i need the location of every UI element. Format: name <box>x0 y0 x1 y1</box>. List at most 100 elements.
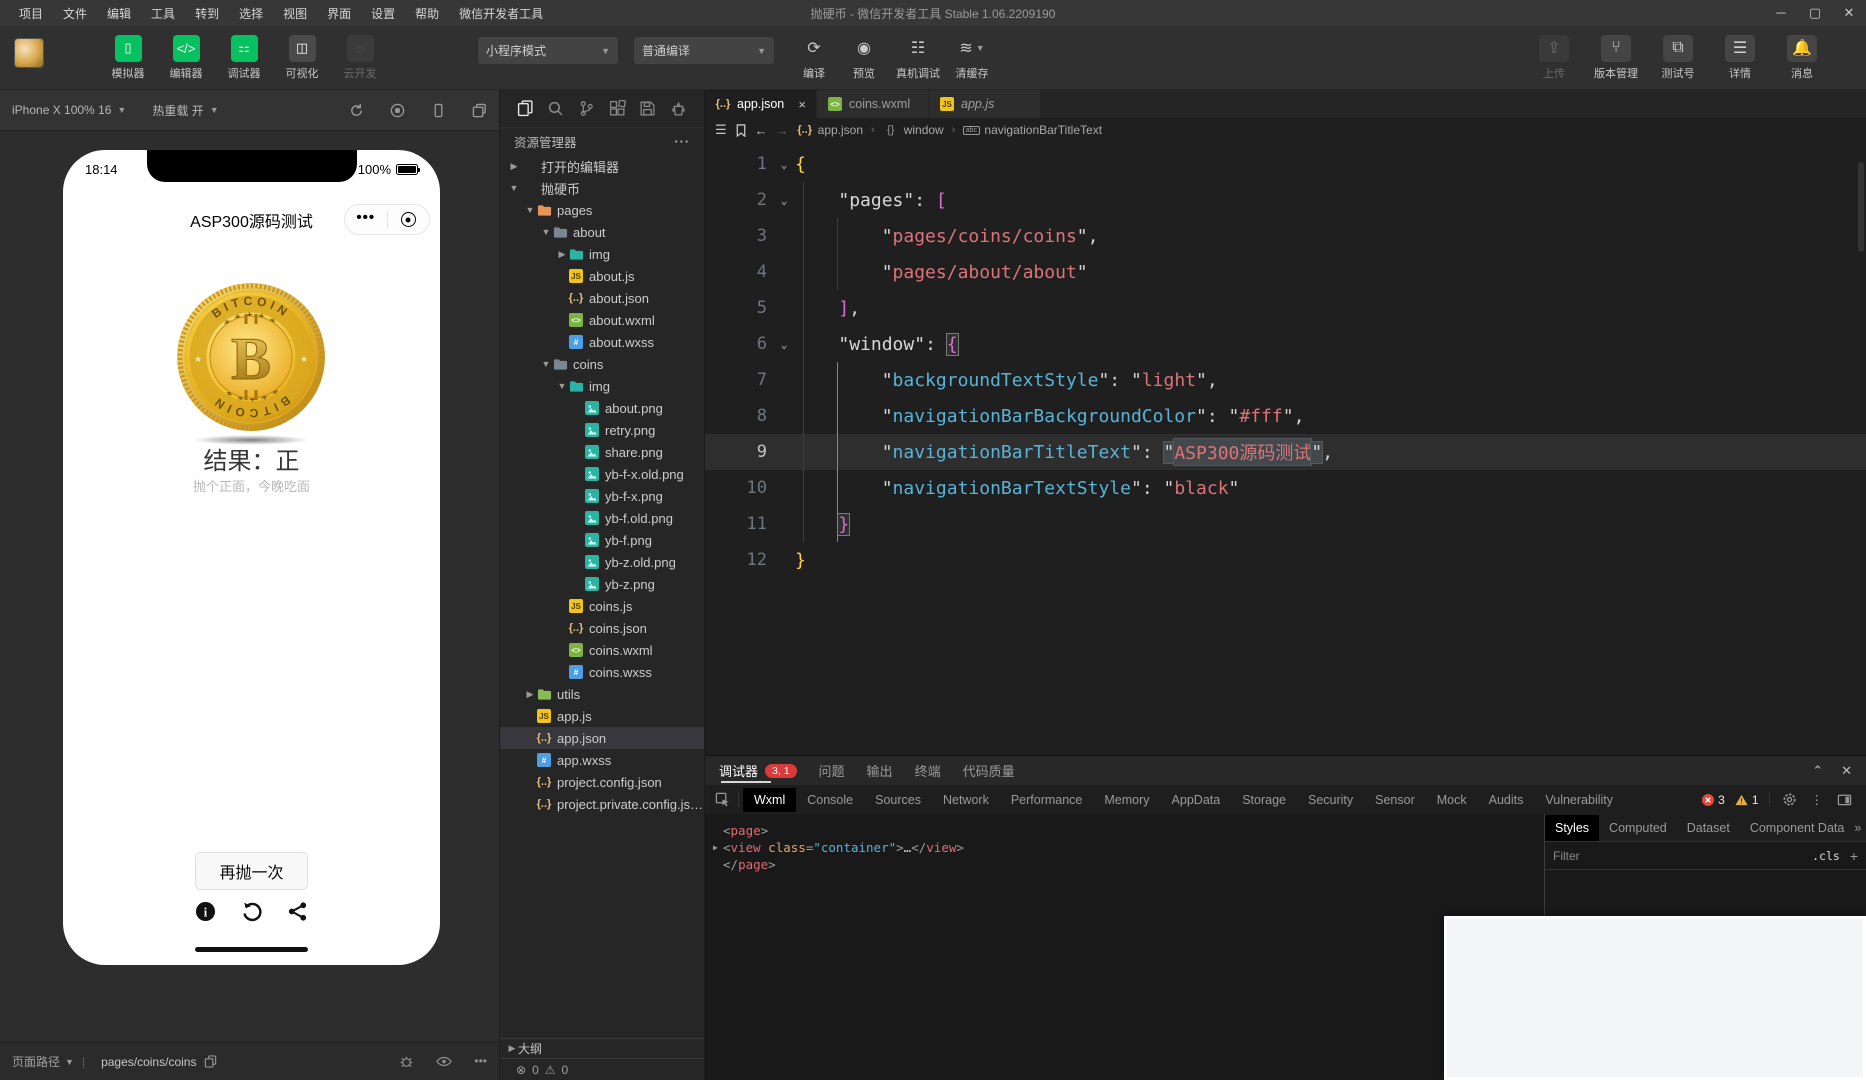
inspect-element-icon[interactable] <box>711 792 739 807</box>
tree-item-coins.wxss[interactable]: # coins.wxss <box>500 661 704 683</box>
toolbar-button-测试号[interactable]: ⧉ 测试号 <box>1654 34 1702 81</box>
source-control-icon[interactable] <box>578 100 595 117</box>
debugger-tab-代码质量[interactable]: 代码质量 <box>963 761 1015 780</box>
explorer-icon[interactable] <box>517 100 534 117</box>
save-all-icon[interactable] <box>639 100 656 117</box>
phone-view-icon[interactable] <box>431 103 446 118</box>
action-button-预览[interactable]: ◉ 预览 <box>846 35 882 81</box>
more-icon[interactable]: ••• <box>474 1054 487 1069</box>
breadcrumb-segment-navigationBarTitleText[interactable]: abc navigationBarTitleText <box>962 122 1102 138</box>
mode-button-模拟器[interactable]: ▯ 模拟器 <box>106 34 150 81</box>
tree-item-抛硬币[interactable]: ▼ 抛硬币 <box>500 177 704 199</box>
devtools-tab-Security[interactable]: Security <box>1297 788 1364 812</box>
bookmark-icon[interactable] <box>735 123 747 137</box>
exit-button[interactable] <box>388 212 430 227</box>
tree-item-img[interactable]: ▶ img <box>500 243 704 265</box>
toolbar-button-消息[interactable]: 🔔 消息 <box>1778 34 1826 81</box>
outline-section[interactable]: ▶ 大纲 <box>500 1038 704 1058</box>
add-style-icon[interactable]: + <box>1850 848 1858 864</box>
menu-item-项目[interactable]: 项目 <box>10 1 52 26</box>
tab-app.json[interactable]: {..} app.json × <box>705 90 817 118</box>
close-button[interactable]: ✕ <box>1832 2 1866 24</box>
devtools-tab-AppData[interactable]: AppData <box>1161 788 1232 812</box>
toolbar-button-版本管理[interactable]: ⑂ 版本管理 <box>1592 34 1640 81</box>
multi-window-icon[interactable] <box>472 103 487 118</box>
npm-kettle-icon[interactable] <box>670 100 687 117</box>
devtools-tab-Sensor[interactable]: Sensor <box>1364 788 1426 812</box>
tree-item-yb-z.png[interactable]: yb-z.png <box>500 573 704 595</box>
devtools-menu-icon[interactable]: ⋮ <box>1811 792 1824 807</box>
tab-app.js[interactable]: JS app.js <box>929 90 1041 118</box>
problems-status[interactable]: ⊗ 0 ⚠ 0 <box>500 1058 704 1080</box>
breadcrumb-segment-app.json[interactable]: {..} app.json <box>797 122 863 138</box>
devtools-tab-Memory[interactable]: Memory <box>1093 788 1160 812</box>
search-icon[interactable] <box>547 100 564 117</box>
menu-item-选择[interactable]: 选择 <box>230 1 272 26</box>
console-error-badge[interactable]: 3 <box>1702 793 1725 807</box>
devtools-tab-Network[interactable]: Network <box>932 788 1000 812</box>
action-button-真机调试[interactable]: ☷ 真机调试 <box>896 35 940 81</box>
console-warning-badge[interactable]: 1 <box>1735 793 1759 807</box>
tree-item-打开的编辑器[interactable]: ▶ 打开的编辑器 <box>500 155 704 177</box>
dock-side-icon[interactable] <box>1837 792 1852 807</box>
tree-item-coins.json[interactable]: {..} coins.json <box>500 617 704 639</box>
filter-input[interactable]: Filter <box>1553 849 1812 863</box>
nav-back-icon[interactable]: ← <box>755 123 768 138</box>
tree-item-retry.png[interactable]: retry.png <box>500 419 704 441</box>
tree-item-app.js[interactable]: JS app.js <box>500 705 704 727</box>
menu-item-编辑[interactable]: 编辑 <box>98 1 140 26</box>
code-line-10[interactable]: 10 " navigationBarTextStyle ": " black " <box>705 470 1866 506</box>
menu-item-转到[interactable]: 转到 <box>186 1 228 26</box>
tree-item-about.wxss[interactable]: # about.wxss <box>500 331 704 353</box>
action-button-编译[interactable]: ⟳ 编译 <box>796 35 832 81</box>
code-line-11[interactable]: 11 } <box>705 506 1866 542</box>
avatar[interactable] <box>14 37 44 68</box>
page-path-label[interactable]: 页面路径 <box>12 1053 60 1070</box>
tree-item-about.json[interactable]: {..} about.json <box>500 287 704 309</box>
code-line-6[interactable]: 6 ⌄ "window": { <box>705 326 1866 362</box>
styles-tab-Computed[interactable]: Computed <box>1599 815 1677 841</box>
styles-tab-Dataset[interactable]: Dataset <box>1677 815 1740 841</box>
tree-item-yb-z.old.png[interactable]: yb-z.old.png <box>500 551 704 573</box>
devtools-settings-icon[interactable] <box>1782 792 1797 807</box>
expand-arrow-icon[interactable]: ▶ <box>713 839 723 856</box>
tree-item-project.private.config.js…[interactable]: {..} project.private.config.js… <box>500 793 704 815</box>
minimize-button[interactable]: ─ <box>1764 2 1798 24</box>
fold-chevron-icon[interactable]: ⌄ <box>773 338 795 351</box>
close-icon[interactable]: × <box>790 97 806 112</box>
wxml-dom-tree[interactable]: < page > ▶ < view class = "container" >… </view > <… <box>705 814 1544 1080</box>
menu-item-界面[interactable]: 界面 <box>318 1 360 26</box>
debugger-tab-终端[interactable]: 终端 <box>915 761 941 780</box>
fold-chevron-icon[interactable]: ⌄ <box>773 194 795 207</box>
retry-button[interactable]: 再抛一次 <box>195 852 308 890</box>
devtools-tab-Console[interactable]: Console <box>796 788 864 812</box>
explorer-more-icon[interactable]: ··· <box>675 135 691 149</box>
editor-scrollbar[interactable] <box>1858 162 1864 252</box>
code-line-9[interactable]: 9 " navigationBarTitleText ": " ASP300源码测试 "… <box>705 434 1866 470</box>
debugger-tab-输出[interactable]: 输出 <box>867 761 893 780</box>
mode-button-云开发[interactable]: ◌ 云开发 <box>338 34 382 81</box>
device-select[interactable]: iPhone X 100% 16 ▼ <box>12 103 126 117</box>
devtools-tab-Storage[interactable]: Storage <box>1231 788 1297 812</box>
tree-item-yb-f-x.png[interactable]: yb-f-x.png <box>500 485 704 507</box>
tree-item-yb-f-x.old.png[interactable]: yb-f-x.old.png <box>500 463 704 485</box>
wxml-line-1[interactable]: < page > <box>713 822 1544 839</box>
devtools-tab-Sources[interactable]: Sources <box>864 788 932 812</box>
menu-item-文件[interactable]: 文件 <box>54 1 96 26</box>
tree-item-yb-f.old.png[interactable]: yb-f.old.png <box>500 507 704 529</box>
menu-item-微信开发者工具[interactable]: 微信开发者工具 <box>450 1 552 26</box>
mode-button-编辑器[interactable]: </> 编辑器 <box>164 34 208 81</box>
tree-item-img[interactable]: ▼ img <box>500 375 704 397</box>
collapse-panel-icon[interactable]: ⌃ <box>1812 763 1823 779</box>
restart-icon[interactable] <box>349 103 364 118</box>
wxml-line-3[interactable]: </page > <box>713 856 1544 873</box>
code-editor[interactable]: 1 ⌄{2 ⌄ "pages": [3 " pages/coins/coins ", 4 … <box>705 142 1866 755</box>
tab-coins.wxml[interactable]: <> coins.wxml <box>817 90 929 118</box>
tree-item-app.wxss[interactable]: # app.wxss <box>500 749 704 771</box>
more-tabs-icon[interactable]: » <box>1854 821 1866 835</box>
tree-item-about.js[interactable]: JS about.js <box>500 265 704 287</box>
code-line-4[interactable]: 4 " pages/about/about " <box>705 254 1866 290</box>
tree-item-yb-f.png[interactable]: yb-f.png <box>500 529 704 551</box>
cls-button[interactable]: .cls <box>1812 849 1840 863</box>
tree-item-coins.js[interactable]: JS coins.js <box>500 595 704 617</box>
